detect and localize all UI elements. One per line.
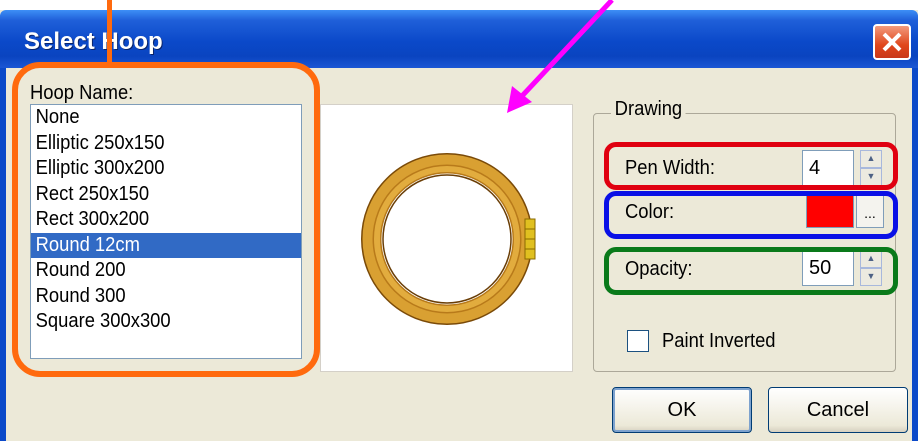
window-frame-left (0, 68, 6, 441)
close-button[interactable] (873, 24, 911, 60)
window-title: Select Hoop (24, 28, 163, 55)
window-frame-right (912, 68, 918, 441)
close-icon (882, 32, 902, 52)
opacity-highlight (604, 247, 898, 295)
ok-button[interactable]: OK (612, 387, 752, 433)
hoop-list-highlight (12, 62, 320, 377)
hoop-icon (361, 153, 536, 325)
title-bar[interactable]: Select Hoop (0, 10, 918, 68)
color-highlight (604, 191, 898, 239)
paint-inverted-checkbox[interactable] (627, 330, 649, 352)
cancel-button[interactable]: Cancel (768, 387, 908, 433)
hoop-preview (320, 104, 573, 372)
paint-inverted-label: Paint Inverted (662, 330, 776, 352)
pen-width-highlight (604, 142, 898, 190)
drawing-group-title: Drawing (611, 98, 686, 121)
